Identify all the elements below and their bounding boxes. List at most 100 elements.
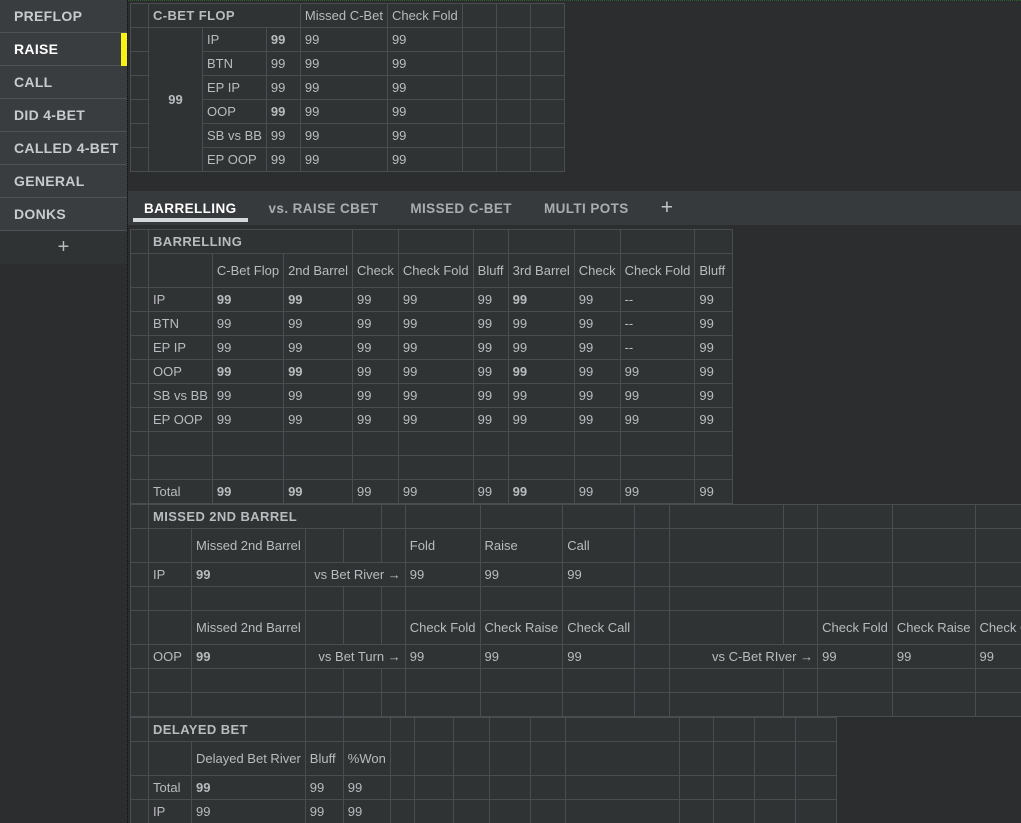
cell-value[interactable]: 99 — [191, 775, 306, 800]
cell-value[interactable]: 99 — [342, 799, 391, 823]
cell-value[interactable]: 99 — [265, 123, 301, 148]
cell-value[interactable]: -- — [619, 311, 696, 336]
cell-value[interactable]: 99 — [283, 479, 354, 504]
cell-value[interactable]: 99 — [386, 99, 463, 124]
cell-value[interactable]: 99 — [386, 27, 463, 52]
cell-value[interactable]: 99 — [619, 407, 696, 432]
tab-multi-pots[interactable]: MULTI POTS — [528, 191, 645, 225]
cell-value[interactable]: 99 — [211, 287, 285, 312]
cell-value[interactable]: 99 — [191, 644, 306, 669]
cell-value[interactable]: 99 — [352, 359, 399, 384]
cell-value[interactable]: 99 — [573, 335, 621, 360]
cell-value[interactable]: 99 — [283, 407, 354, 432]
cell-value[interactable]: 99 — [299, 75, 388, 100]
cell-value[interactable]: 99 — [191, 562, 306, 587]
cell-value[interactable]: 99 — [694, 407, 734, 432]
cell-value[interactable]: 99 — [619, 359, 696, 384]
cell-value[interactable]: 99 — [507, 335, 575, 360]
cell-value[interactable]: 99 — [299, 123, 388, 148]
cell-value[interactable]: 99 — [397, 311, 474, 336]
cell-value[interactable]: 99 — [211, 311, 285, 336]
cell-value[interactable]: 99 — [397, 359, 474, 384]
cell-value[interactable]: 99 — [299, 51, 388, 76]
cell-value[interactable]: 99 — [479, 644, 564, 669]
cell-value[interactable]: 99 — [386, 123, 463, 148]
sidebar-item-raise[interactable]: RAISE — [0, 33, 127, 66]
sidebar-item-donks[interactable]: DONKS — [0, 198, 127, 231]
cell-value[interactable]: 99 — [283, 359, 354, 384]
cell-value[interactable]: 99 — [265, 99, 301, 124]
cell-value[interactable]: 99 — [619, 479, 696, 504]
cell-value[interactable]: 99 — [472, 335, 509, 360]
cell-value[interactable]: 99 — [211, 407, 285, 432]
cell-value[interactable]: -- — [619, 335, 696, 360]
cell-value[interactable]: 99 — [265, 27, 301, 52]
cell-value[interactable]: 99 — [562, 562, 636, 587]
cell-value[interactable]: 99 — [472, 383, 509, 408]
cell-value[interactable]: 99 — [817, 644, 893, 669]
cell-value[interactable]: 99 — [891, 644, 976, 669]
cell-value[interactable]: 99 — [299, 147, 388, 172]
cell-value[interactable]: 99 — [352, 383, 399, 408]
cell-value[interactable]: 99 — [562, 644, 636, 669]
cell-value[interactable]: 99 — [694, 335, 734, 360]
cell-value[interactable]: 99 — [265, 75, 301, 100]
cell-value[interactable]: 99 — [352, 287, 399, 312]
tab-barrelling[interactable]: BARRELLING — [128, 191, 253, 225]
cell-value[interactable]: 99 — [265, 147, 301, 172]
sidebar-item-called-4-bet[interactable]: CALLED 4-BET — [0, 132, 127, 165]
cell-value[interactable]: 99 — [472, 479, 509, 504]
cell-value[interactable]: 99 — [397, 335, 474, 360]
cell-value[interactable]: 99 — [573, 479, 621, 504]
cell-value[interactable]: -- — [619, 287, 696, 312]
tab-missed-c-bet[interactable]: MISSED C-BET — [394, 191, 528, 225]
cell-value[interactable]: 99 — [386, 147, 463, 172]
cell-value[interactable]: 99 — [573, 359, 621, 384]
sidebar-add-button[interactable]: + — [0, 231, 127, 264]
cell-value[interactable]: 99 — [304, 775, 344, 800]
cell-value[interactable]: 99 — [283, 383, 354, 408]
cell-value[interactable]: 99 — [404, 562, 481, 587]
cell-value[interactable]: 99 — [507, 383, 575, 408]
cell-value[interactable]: 99 — [397, 287, 474, 312]
cell-value[interactable]: 99 — [283, 287, 354, 312]
cell-value[interactable]: 99 — [299, 27, 388, 52]
tab-vs-raise-cbet[interactable]: vs. RAISE CBET — [253, 191, 395, 225]
cell-value[interactable]: 99 — [472, 407, 509, 432]
cell-value[interactable]: 99 — [472, 311, 509, 336]
cell-value[interactable]: 99 — [352, 407, 399, 432]
cell-value[interactable]: 99 — [299, 99, 388, 124]
cell-value[interactable]: 99 — [573, 287, 621, 312]
cell-value[interactable]: 99 — [974, 644, 1021, 669]
cell-value[interactable]: 99 — [352, 311, 399, 336]
cell-value[interactable]: 99 — [283, 311, 354, 336]
cell-value[interactable]: 99 — [507, 359, 575, 384]
cell-value[interactable]: 99 — [211, 479, 285, 504]
cell-value[interactable]: 99 — [472, 359, 509, 384]
cell-value[interactable]: 99 — [211, 335, 285, 360]
cell-value[interactable]: 99 — [507, 479, 575, 504]
cell-value[interactable]: 99 — [619, 383, 696, 408]
cell-value[interactable]: 99 — [507, 407, 575, 432]
cell-value[interactable]: 99 — [386, 75, 463, 100]
cell-value[interactable]: 99 — [507, 287, 575, 312]
cell-value[interactable]: 99 — [397, 383, 474, 408]
cell-value[interactable]: 99 — [573, 311, 621, 336]
cell-value[interactable]: 99 — [397, 407, 474, 432]
cell-value[interactable]: 99 — [211, 359, 285, 384]
cell-value[interactable]: 99 — [694, 287, 734, 312]
cell-value[interactable]: 99 — [573, 407, 621, 432]
cell-value[interactable]: 99 — [342, 775, 391, 800]
sidebar-item-general[interactable]: GENERAL — [0, 165, 127, 198]
cell-value[interactable]: 99 — [479, 562, 564, 587]
cell-value[interactable]: 99 — [694, 479, 734, 504]
cell-value[interactable]: 99 — [404, 644, 481, 669]
cell-value[interactable]: 99 — [352, 479, 399, 504]
cell-value[interactable]: 99 — [191, 799, 306, 823]
sidebar-item-call[interactable]: CALL — [0, 66, 127, 99]
cell-value[interactable]: 99 — [507, 311, 575, 336]
cell-value[interactable]: 99 — [386, 51, 463, 76]
cbet-flop-aggregate[interactable]: 99 — [148, 27, 203, 172]
cell-value[interactable]: 99 — [265, 51, 301, 76]
cell-value[interactable]: 99 — [304, 799, 344, 823]
